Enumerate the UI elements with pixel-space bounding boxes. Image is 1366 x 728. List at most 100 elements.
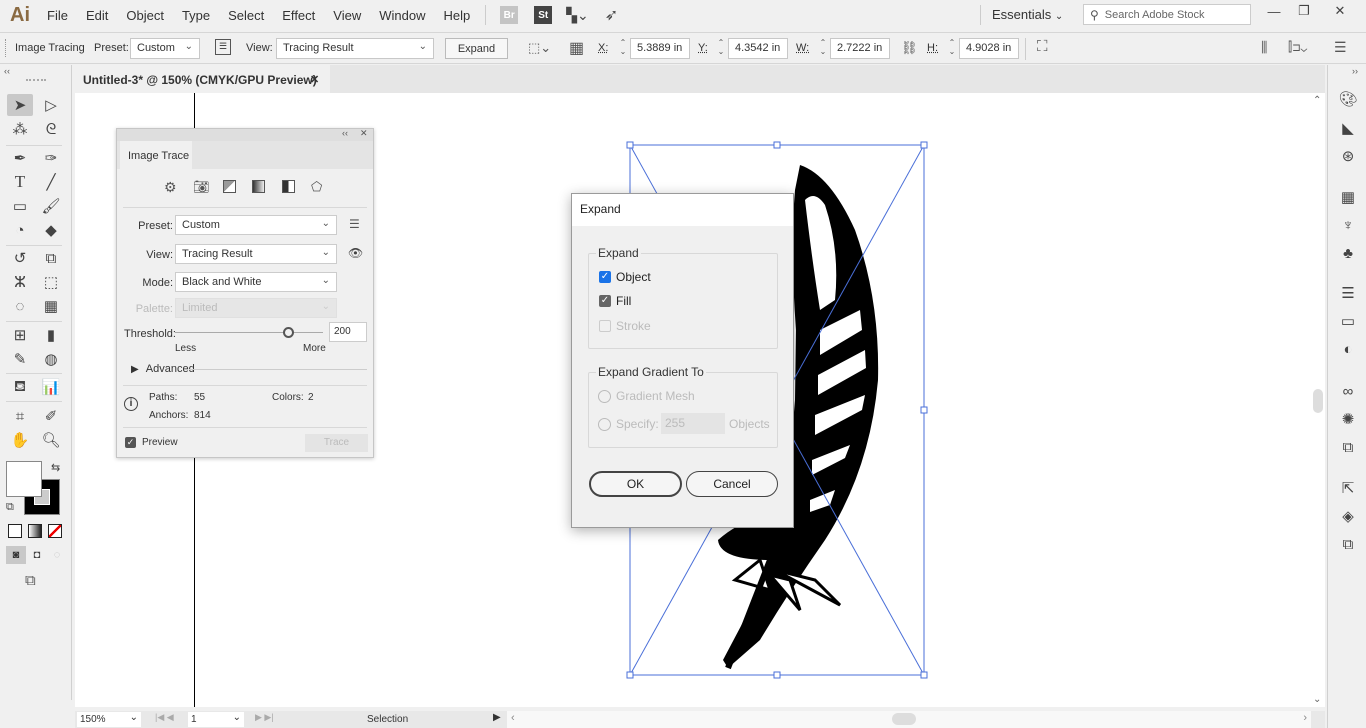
scroll-right-icon[interactable]: › bbox=[1303, 712, 1307, 724]
x-stepper[interactable]: ⌃ ⌄ bbox=[616, 38, 630, 59]
align-icon[interactable]: ⫼ bbox=[1261, 39, 1267, 56]
arrange-documents-icon[interactable]: ▚⌄ bbox=[566, 7, 589, 24]
grip-handle[interactable] bbox=[5, 39, 7, 57]
y-stepper[interactable]: ⌃ ⌄ bbox=[714, 38, 728, 59]
color-guide-panel-icon[interactable]: ◣ bbox=[1337, 117, 1359, 139]
symbol-sprayer-tool[interactable]: ⛾ bbox=[7, 376, 33, 398]
gradient-tool[interactable]: ▮ bbox=[38, 324, 64, 346]
w-stepper[interactable]: ⌃ ⌄ bbox=[816, 38, 830, 59]
scroll-thumb[interactable] bbox=[1313, 389, 1323, 413]
pen-tool[interactable]: ✒ bbox=[7, 147, 33, 169]
menu-help[interactable]: Help bbox=[434, 8, 479, 23]
workspace-switcher[interactable]: Essentials ⌄ bbox=[992, 7, 1063, 22]
h-stepper[interactable]: ⌃ ⌄ bbox=[945, 38, 959, 59]
menu-edit[interactable]: Edit bbox=[77, 8, 117, 23]
appearance-panel-icon[interactable]: ✺ bbox=[1337, 408, 1359, 430]
rotate-tool[interactable]: ↺ bbox=[7, 247, 33, 269]
last-artboard-icon[interactable]: ▶ ▶| bbox=[255, 712, 274, 723]
outline-preset-icon[interactable]: ⬠ bbox=[311, 179, 322, 195]
vertical-scrollbar[interactable]: ⌃ ⌄ bbox=[1311, 93, 1325, 707]
default-fill-stroke-icon[interactable]: ⧉ bbox=[6, 501, 14, 514]
screen-mode-button[interactable]: ⧉ bbox=[25, 572, 36, 589]
panel-menu-icon[interactable]: ☰ bbox=[1334, 39, 1347, 56]
mode-select[interactable]: Black and White ⌄ bbox=[175, 272, 337, 292]
color-mode-button[interactable] bbox=[8, 524, 22, 538]
free-transform-tool[interactable]: ⬚ bbox=[38, 271, 64, 293]
magic-wand-tool[interactable]: ⁂ bbox=[7, 118, 33, 140]
scroll-down-icon[interactable]: ⌄ bbox=[1313, 694, 1321, 705]
paintbrush-tool[interactable]: 🖌 bbox=[38, 195, 64, 217]
manage-presets-icon[interactable]: ☰ bbox=[349, 217, 360, 231]
x-input[interactable]: 5.3889 in bbox=[630, 38, 690, 59]
expand-button[interactable]: Expand bbox=[445, 38, 508, 59]
menu-window[interactable]: Window bbox=[370, 8, 434, 23]
export-panel-icon[interactable]: ⇱ bbox=[1337, 477, 1359, 499]
eraser-tool[interactable]: ◆ bbox=[38, 219, 64, 241]
w-input[interactable]: 2.7222 in bbox=[830, 38, 890, 59]
preview-checkbox[interactable]: ✓ bbox=[125, 437, 136, 448]
h-input[interactable]: 4.9028 in bbox=[959, 38, 1019, 59]
scale-tool[interactable]: ⧉ bbox=[38, 247, 64, 269]
swatches-panel-icon[interactable]: ▦ bbox=[1337, 186, 1359, 208]
transform-options-icon[interactable]: ⬚⌄ bbox=[528, 40, 551, 56]
collapse-icon[interactable]: ‹‹ bbox=[4, 66, 10, 76]
gpu-performance-icon[interactable]: ➶ bbox=[605, 5, 618, 25]
column-graph-tool[interactable]: 📊 bbox=[38, 376, 64, 398]
slice-tool[interactable]: ✐ bbox=[38, 405, 64, 427]
collapse-panel-icon[interactable]: ‹‹ bbox=[342, 128, 348, 138]
selection-tool[interactable]: ➤ bbox=[7, 94, 33, 116]
scroll-left-icon[interactable]: ‹ bbox=[511, 712, 515, 724]
black-white-preset-icon[interactable] bbox=[282, 180, 295, 193]
scroll-up-icon[interactable]: ⌃ bbox=[1313, 95, 1321, 106]
direct-selection-tool[interactable]: ▷ bbox=[38, 94, 64, 116]
color-panel-icon[interactable]: 🎨︎ bbox=[1337, 88, 1359, 110]
high-color-preset-icon[interactable]: 📷︎ bbox=[193, 179, 210, 195]
view-dropdown[interactable]: Tracing Result ⌄ bbox=[276, 38, 434, 59]
threshold-slider[interactable] bbox=[175, 327, 323, 338]
swap-fill-stroke-icon[interactable]: ⇆ bbox=[51, 461, 60, 474]
artboard-number-input[interactable]: 1 ⌄ bbox=[188, 712, 244, 727]
type-tool[interactable]: T bbox=[7, 171, 33, 193]
grayscale-preset-icon[interactable] bbox=[252, 180, 265, 193]
threshold-input[interactable]: 200 bbox=[329, 322, 367, 342]
shaper-tool[interactable]: ◔ bbox=[7, 219, 33, 241]
blend-tool[interactable]: ◍ bbox=[38, 348, 64, 370]
y-input[interactable]: 4.3542 in bbox=[728, 38, 788, 59]
menu-select[interactable]: Select bbox=[219, 8, 273, 23]
menu-effect[interactable]: Effect bbox=[273, 8, 324, 23]
fill-checkbox[interactable]: ✓ bbox=[599, 295, 611, 307]
panel-header[interactable]: ‹‹ ✕ bbox=[117, 128, 373, 141]
line-tool[interactable]: ╱ bbox=[38, 171, 64, 193]
low-color-preset-icon[interactable] bbox=[223, 180, 236, 193]
preset-select[interactable]: Custom ⌄ bbox=[175, 215, 337, 235]
fill-swatch[interactable] bbox=[6, 461, 42, 497]
symbols-panel-icon[interactable]: ♣ bbox=[1337, 242, 1359, 264]
bridge-button[interactable]: Br bbox=[500, 6, 519, 24]
artboard-tool[interactable]: ⌗ bbox=[7, 405, 33, 427]
shape-builder-tool[interactable]: ◌ bbox=[7, 295, 33, 317]
hand-tool[interactable]: ✋ bbox=[7, 429, 33, 451]
status-menu-icon[interactable]: ▶ bbox=[493, 712, 501, 723]
rectangle-tool[interactable]: ▭ bbox=[7, 195, 33, 217]
gradient-mode-button[interactable] bbox=[28, 524, 42, 538]
draw-behind-button[interactable]: ◘ bbox=[27, 546, 47, 564]
transparency-panel-icon[interactable]: ◐ bbox=[1337, 338, 1359, 360]
puppet-warp-tool[interactable]: ⵣ bbox=[7, 271, 33, 293]
draw-inside-button[interactable]: ◌ bbox=[47, 546, 67, 564]
artboards-panel-icon[interactable]: ⧉ bbox=[1337, 533, 1359, 555]
object-checkbox[interactable]: ✓ bbox=[599, 271, 611, 283]
draw-normal-button[interactable]: ◙ bbox=[6, 546, 26, 564]
navigator-panel-icon[interactable]: ⊛ bbox=[1337, 145, 1359, 167]
gradient-panel-icon[interactable]: ▭ bbox=[1337, 310, 1359, 332]
layers-panel-icon[interactable]: ◈ bbox=[1337, 505, 1359, 527]
lasso-tool[interactable]: ᘓ bbox=[38, 118, 64, 140]
zoom-tool[interactable]: 🔍︎ bbox=[38, 429, 64, 451]
eye-icon[interactable]: 👁︎ bbox=[348, 246, 363, 260]
reference-point-icon[interactable]: ▦ bbox=[569, 38, 584, 58]
scroll-thumb[interactable] bbox=[892, 713, 916, 725]
tab-image-trace[interactable]: Image Trace bbox=[120, 141, 192, 169]
horizontal-scrollbar[interactable]: ‹ › bbox=[507, 711, 1311, 728]
close-tab-icon[interactable]: ✕ bbox=[310, 73, 319, 86]
menu-view[interactable]: View bbox=[324, 8, 370, 23]
zoom-dropdown[interactable]: 150% ⌄ bbox=[77, 712, 141, 727]
